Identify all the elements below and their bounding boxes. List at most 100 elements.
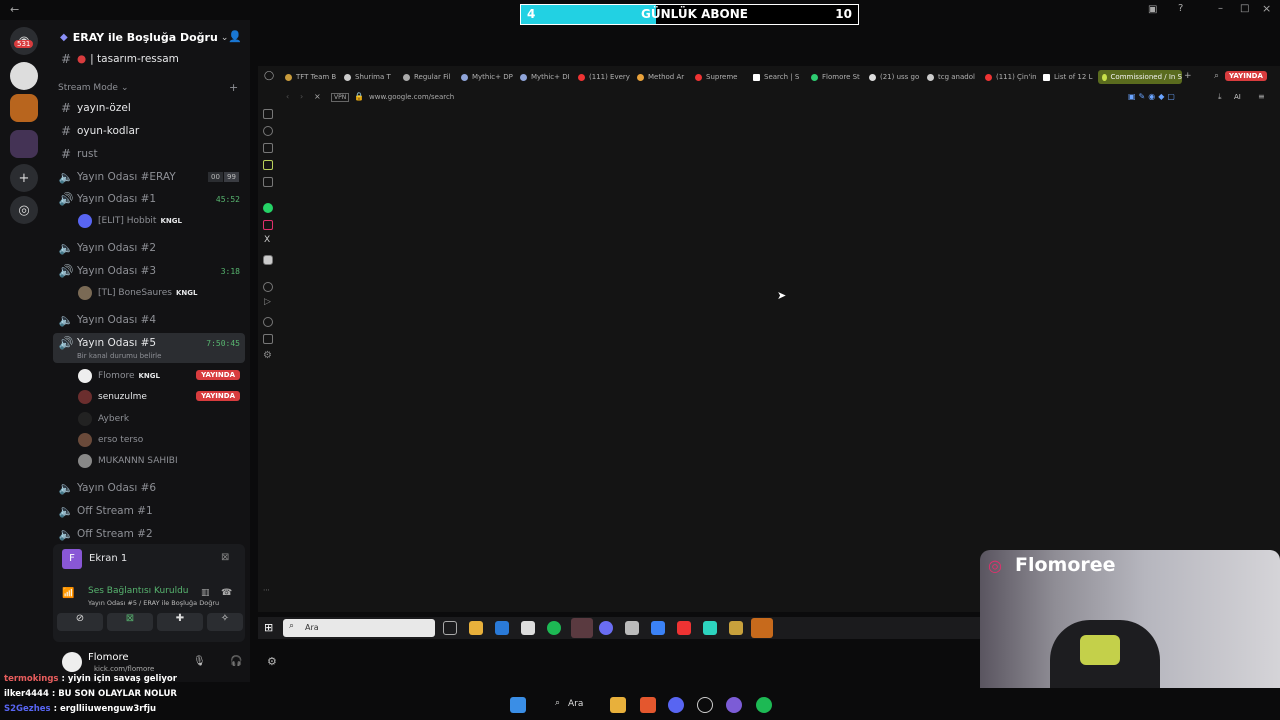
- explorer-icon[interactable]: [469, 621, 483, 635]
- microphone-icon[interactable]: 🎙: [193, 656, 206, 667]
- browser-tab[interactable]: (111) Çin'in: [985, 70, 1040, 84]
- browser-tab[interactable]: Supreme: [695, 70, 750, 84]
- channel-oyun-kodlar[interactable]: # oyun-kodlar: [58, 124, 139, 138]
- store-icon[interactable]: [521, 621, 535, 635]
- spotify-icon[interactable]: [547, 621, 561, 635]
- minimize-icon[interactable]: –: [1218, 3, 1223, 14]
- server-header[interactable]: ◆ ERAY ile Boşluğa Doğru ⌄: [60, 31, 228, 44]
- voice-channel-eray[interactable]: 🔈 Yayın Odası #ERAY: [58, 170, 176, 184]
- taskbar-app-icon[interactable]: [703, 621, 717, 635]
- video-off-button[interactable]: ⊘: [57, 613, 103, 631]
- user-avatar[interactable]: [62, 652, 82, 672]
- browser-tab[interactable]: TFT Team B: [285, 70, 340, 84]
- browser-tab[interactable]: tcg anadol: [927, 70, 982, 84]
- extension-icons[interactable]: ▣✎◉◆▢: [1128, 92, 1188, 102]
- category-stream-mode[interactable]: Stream Mode ⌄: [58, 83, 129, 93]
- soundboard-button[interactable]: ✧: [207, 613, 243, 631]
- screen-share-button[interactable]: ⊠: [107, 613, 153, 631]
- gear-icon[interactable]: ⚙: [267, 655, 277, 668]
- channel-tasarim[interactable]: # ● | tasarım-ressam: [58, 52, 179, 66]
- voice-user-flomore[interactable]: Flomore KNGL: [78, 369, 160, 383]
- browser-tab[interactable]: Flomore St: [811, 70, 866, 84]
- taskbar-app-icon[interactable]: [751, 618, 773, 638]
- search-icon[interactable]: ⌕: [555, 698, 560, 708]
- add-server-icon[interactable]: +: [10, 164, 38, 192]
- voice-user[interactable]: [ELIT] Hobbit KNGL: [78, 214, 182, 228]
- whatsapp-icon[interactable]: [263, 203, 273, 213]
- download-icon[interactable]: ⤓: [1218, 92, 1222, 102]
- windows-start-icon[interactable]: [510, 697, 526, 713]
- ai-button[interactable]: AI: [1234, 93, 1241, 101]
- sidebar-icon[interactable]: [263, 143, 273, 153]
- channel-rust[interactable]: # rust: [58, 147, 98, 161]
- address-bar[interactable]: www.google.com/search: [369, 93, 454, 101]
- history-icon[interactable]: [263, 126, 273, 136]
- explore-icon[interactable]: ◎: [10, 196, 38, 224]
- taskbar-app-icon[interactable]: [697, 697, 713, 713]
- maximize-icon[interactable]: □: [1240, 3, 1249, 14]
- windows-start-icon[interactable]: ⊞: [264, 621, 273, 634]
- more-icon[interactable]: ⋯: [263, 586, 270, 594]
- sidebar-icon[interactable]: [263, 282, 273, 292]
- voice-user-erso[interactable]: erso terso: [78, 433, 143, 447]
- clock-icon[interactable]: [263, 317, 273, 327]
- taskbar-app-icon[interactable]: [677, 621, 691, 635]
- search-icon[interactable]: ⌕: [1214, 71, 1219, 81]
- voice-channel-6[interactable]: 🔈 Yayın Odası #6: [58, 481, 157, 495]
- channel-yayin-ozel[interactable]: # yayın-özel: [58, 101, 131, 115]
- vpn-badge[interactable]: VPN: [331, 93, 350, 102]
- voice-off-stream-1[interactable]: 🔈 Off Stream #1: [58, 504, 153, 518]
- new-tab-icon[interactable]: +: [1184, 71, 1192, 81]
- taskbar-app-icon[interactable]: [729, 621, 743, 635]
- edge-icon[interactable]: [495, 621, 509, 635]
- disconnect-icon[interactable]: ☎: [221, 588, 232, 598]
- forward-icon[interactable]: ›: [300, 92, 303, 101]
- back-arrow-icon[interactable]: ←: [10, 3, 19, 16]
- browser-tab[interactable]: Regular Fil: [403, 70, 458, 84]
- spotify-icon[interactable]: [756, 697, 772, 713]
- voice-user-ayberk[interactable]: Ayberk: [78, 412, 129, 426]
- taskbar-search-label[interactable]: Ara: [568, 699, 583, 709]
- server-icon-active[interactable]: [10, 94, 38, 122]
- browser-tab[interactable]: Search | S: [753, 70, 808, 84]
- menu-icon[interactable]: ≡: [1258, 92, 1265, 101]
- discord-taskbar-icon[interactable]: [599, 621, 613, 635]
- invite-icon[interactable]: 👤: [228, 30, 242, 43]
- voice-user-mukannn[interactable]: MUKANNN SAHIBI: [78, 454, 178, 468]
- browser-tab[interactable]: Method Ar: [637, 70, 692, 84]
- browser-tab[interactable]: Shurima T: [344, 70, 399, 84]
- stop-share-icon[interactable]: ⊠: [221, 552, 229, 563]
- instagram-icon[interactable]: [263, 220, 273, 230]
- sidebar-icon[interactable]: [263, 160, 273, 170]
- voice-channel-4[interactable]: 🔈 Yayın Odası #4: [58, 313, 157, 327]
- sidebar-icon[interactable]: [263, 334, 273, 344]
- voice-channel-3[interactable]: 🔊 Yayın Odası #3: [58, 264, 157, 278]
- brave-icon[interactable]: [640, 697, 656, 713]
- sidebar-icon[interactable]: [263, 109, 273, 119]
- taskbar-active-app[interactable]: [571, 618, 593, 638]
- close-icon[interactable]: ×: [1262, 2, 1271, 15]
- discord-icon[interactable]: [263, 255, 273, 265]
- discord-taskbar-icon[interactable]: [668, 697, 684, 713]
- voice-channel-5[interactable]: 🔊 Yayın Odası #5: [58, 336, 157, 350]
- browser-tab-active[interactable]: Commissioned / In S: [1098, 70, 1182, 84]
- explorer-icon[interactable]: [610, 697, 626, 713]
- channel-status[interactable]: Bir kanal durumu belirle: [77, 352, 161, 360]
- server-icon[interactable]: [10, 62, 38, 90]
- help-icon[interactable]: ?: [1178, 3, 1183, 14]
- browser-tab[interactable]: (21) uss go: [869, 70, 924, 84]
- browser-tab[interactable]: List of 12 L: [1043, 70, 1098, 84]
- send-icon[interactable]: ▷: [264, 297, 271, 307]
- back-icon[interactable]: ‹: [286, 92, 289, 101]
- browser-tab[interactable]: Mythic+ DP: [461, 70, 516, 84]
- voice-user[interactable]: [TL] BoneSaures KNGL: [78, 286, 197, 300]
- voice-channel-1[interactable]: 🔊 Yayın Odası #1: [58, 192, 157, 206]
- headphones-icon[interactable]: 🎧: [230, 656, 242, 667]
- browser-tab[interactable]: Mythic+ DI: [520, 70, 575, 84]
- stop-loading-icon[interactable]: ×: [314, 92, 321, 101]
- add-channel-icon[interactable]: +: [229, 81, 238, 94]
- obs-icon[interactable]: [726, 697, 742, 713]
- voice-location[interactable]: Yayın Odası #5 / ERAY ile Boşluğa Doğru: [88, 599, 219, 607]
- taskbar-search[interactable]: ⌕ Ara: [283, 619, 435, 637]
- voice-status[interactable]: Ses Bağlantısı Kuruldu: [88, 586, 188, 596]
